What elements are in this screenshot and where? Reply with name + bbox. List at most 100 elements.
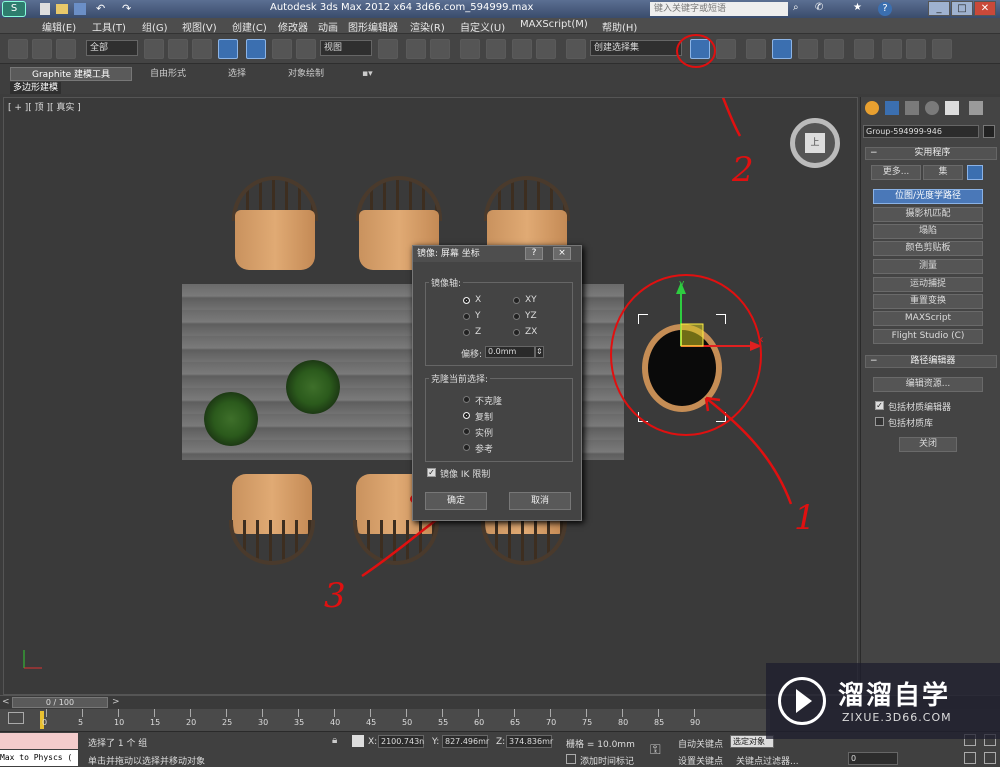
clone-reference-radio[interactable] <box>463 444 470 451</box>
axis-y-label[interactable]: Y <box>475 311 481 321</box>
edit-resources-button[interactable]: 编辑资源... <box>873 377 983 392</box>
timeline-ruler[interactable]: 0 5 10 15 20 25 30 35 40 45 50 55 60 65 70 75 80 85 90 <box>0 709 770 731</box>
menu-edit[interactable]: 编辑(E) <box>42 19 76 34</box>
spinner-snap-icon[interactable] <box>536 39 556 59</box>
menu-group[interactable]: 组(G) <box>142 19 168 34</box>
utility-collapse[interactable]: 塌陷 <box>873 224 983 239</box>
maximize-viewport-icon[interactable] <box>984 752 996 764</box>
menu-customize[interactable]: 自定义(U) <box>460 19 505 34</box>
x-coord-input[interactable]: 2100.743n <box>378 735 424 748</box>
maxscript-mini-pink[interactable] <box>0 733 78 749</box>
more-button[interactable]: 更多... <box>871 165 921 180</box>
axis-zx-label[interactable]: ZX <box>525 327 537 337</box>
axis-zx-radio[interactable] <box>513 329 520 336</box>
curve-editor-icon[interactable] <box>798 39 818 59</box>
utility-flight-studio[interactable]: Flight Studio (C) <box>873 329 983 344</box>
help-search-icon[interactable]: ⌕ <box>793 2 799 13</box>
tab-freeform[interactable]: 自由形式 <box>150 67 186 81</box>
rendered-frame-icon[interactable] <box>906 39 926 59</box>
layer-manager-icon[interactable] <box>746 39 766 59</box>
utilities-tab-icon[interactable] <box>969 101 983 115</box>
subtab-polygon-modeling[interactable]: 多边形建模 <box>10 82 62 94</box>
display-tab-icon[interactable] <box>945 101 959 115</box>
utility-camera-match[interactable]: 摄影机匹配 <box>873 207 983 222</box>
align-icon[interactable] <box>716 39 736 59</box>
percent-snap-icon[interactable] <box>512 39 532 59</box>
cancel-button[interactable]: 取消 <box>509 492 571 510</box>
material-editor-icon[interactable] <box>854 39 874 59</box>
app-logo-icon[interactable]: S <box>2 1 26 17</box>
curve-editor-mini-icon[interactable] <box>8 712 24 724</box>
maxscript-listener[interactable]: Max to Physcs ( <box>0 750 78 766</box>
new-file-icon[interactable] <box>40 3 50 15</box>
include-mat-library-label[interactable]: 包括材质库 <box>888 416 933 429</box>
configure-sets-icon[interactable] <box>967 165 983 180</box>
mirror-dialog[interactable]: 镜像: 屏幕 坐标 ? × 镜像轴: X XY Y YZ Z ZX 偏移: 0.… <box>412 245 582 521</box>
offset-input[interactable]: 0.0mm <box>485 346 535 358</box>
y-coord-input[interactable]: 827.496mr <box>442 735 489 748</box>
axis-x-label[interactable]: X <box>475 295 481 305</box>
axis-x-radio[interactable] <box>463 297 470 304</box>
unlink-icon[interactable] <box>32 39 52 59</box>
menu-tools[interactable]: 工具(T) <box>92 19 126 34</box>
window-crossing-icon[interactable] <box>218 39 238 59</box>
link-icon[interactable] <box>8 39 28 59</box>
clone-copy-label[interactable]: 复制 <box>475 410 493 423</box>
key-filters-button[interactable]: 关键点过滤器... <box>736 754 799 767</box>
menu-graph-editors[interactable]: 图形编辑器 <box>348 19 398 34</box>
ribbon-options-icon[interactable]: ▪▾ <box>362 67 373 81</box>
schematic-view-icon[interactable] <box>824 39 844 59</box>
tab-graphite[interactable]: Graphite 建模工具 <box>10 67 132 81</box>
clone-none-radio[interactable] <box>463 396 470 403</box>
select-manipulate-icon[interactable] <box>406 39 426 59</box>
redo-icon[interactable]: ↷ <box>122 2 131 15</box>
utilities-rollout-header[interactable]: − 实用程序 <box>865 147 997 160</box>
menu-rendering[interactable]: 渲染(R) <box>410 19 445 34</box>
axis-yz-radio[interactable] <box>513 313 520 320</box>
add-time-tag-icon[interactable] <box>566 754 576 764</box>
menu-create[interactable]: 创建(C) <box>232 19 267 34</box>
tab-selection[interactable]: 选择 <box>228 67 246 81</box>
transform-mode-icon[interactable] <box>352 735 364 747</box>
help-icon[interactable]: ? <box>878 2 892 16</box>
utility-color-clipboard[interactable]: 颜色剪贴板 <box>873 241 983 256</box>
comm-center-icon[interactable]: ✆ <box>815 2 823 13</box>
select-by-name-icon[interactable] <box>168 39 188 59</box>
select-scale-icon[interactable] <box>296 39 316 59</box>
offset-spinner[interactable]: ⇕ <box>535 346 544 358</box>
axis-z-radio[interactable] <box>463 329 470 336</box>
select-object-icon[interactable] <box>144 39 164 59</box>
utility-motion-capture[interactable]: 运动捕捉 <box>873 277 983 292</box>
menu-maxscript[interactable]: MAXScript(M) <box>520 19 588 30</box>
select-move-icon[interactable] <box>246 39 266 59</box>
path-editor-rollout-header[interactable]: − 路径编辑器 <box>865 355 997 368</box>
set-key-button[interactable]: 设置关键点 <box>678 754 723 767</box>
add-time-tag-label[interactable]: 添加时间标记 <box>580 754 634 767</box>
menu-animation[interactable]: 动画 <box>318 19 338 34</box>
rect-region-icon[interactable] <box>192 39 212 59</box>
auto-key-button[interactable]: 自动关键点 <box>678 737 723 750</box>
minimize-button[interactable]: _ <box>928 1 950 16</box>
close-button[interactable]: 关闭 <box>899 437 957 452</box>
pivot-center-icon[interactable] <box>378 39 398 59</box>
dialog-help-button[interactable]: ? <box>525 247 543 260</box>
clone-instance-radio[interactable] <box>463 428 470 435</box>
sets-button[interactable]: 集 <box>923 165 963 180</box>
select-rotate-icon[interactable] <box>272 39 292 59</box>
time-slider-thumb[interactable]: 0 / 100 <box>12 697 108 708</box>
axis-xy-radio[interactable] <box>513 297 520 304</box>
lock-icon[interactable]: 🔒︎ <box>332 735 337 746</box>
menu-modifiers[interactable]: 修改器 <box>278 19 308 34</box>
modify-tab-icon[interactable] <box>885 101 899 115</box>
utility-maxscript[interactable]: MAXScript <box>873 311 983 326</box>
z-coord-input[interactable]: 374.836mr <box>506 735 553 748</box>
hierarchy-tab-icon[interactable] <box>905 101 919 115</box>
maximize-button[interactable]: □ <box>951 1 973 16</box>
utility-measure[interactable]: 测量 <box>873 259 983 274</box>
motion-tab-icon[interactable] <box>925 101 939 115</box>
time-slider-prev-icon[interactable]: < <box>2 697 10 707</box>
menu-views[interactable]: 视图(V) <box>182 19 217 34</box>
clone-none-label[interactable]: 不克隆 <box>475 394 502 407</box>
clone-reference-label[interactable]: 参考 <box>475 442 493 455</box>
menu-help[interactable]: 帮助(H) <box>602 19 637 34</box>
